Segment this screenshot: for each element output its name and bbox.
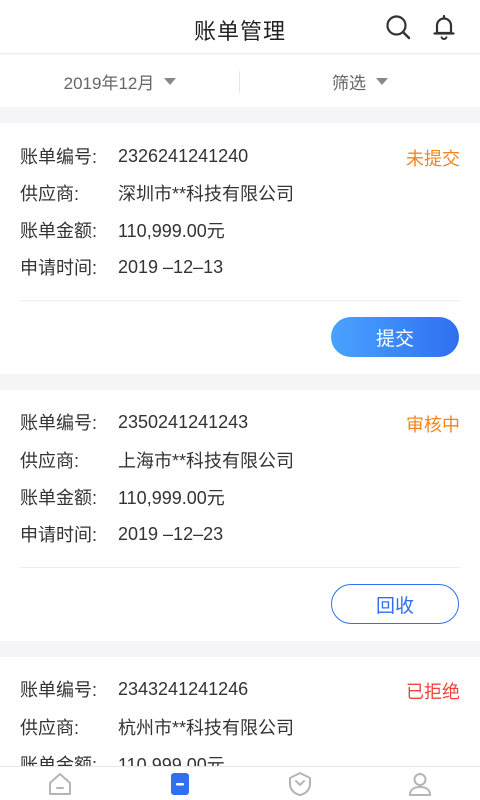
supplier-value: 深圳市**科技有限公司: [118, 184, 295, 204]
user-icon[interactable]: [407, 771, 433, 797]
amount-row: 账单金额: 110,999.00元: [20, 215, 225, 245]
bill-card[interactable]: 账单编号: 2343241241246 已拒绝 供应商: 杭州市**科技有限公司…: [0, 657, 480, 777]
withdraw-button[interactable]: 回收: [331, 584, 459, 624]
supplier-value: 上海市**科技有限公司: [118, 451, 295, 471]
amount-label: 账单金额:: [20, 488, 98, 508]
bill-no-row: 账单编号: 2350241241243: [20, 407, 248, 437]
shield-icon[interactable]: [287, 771, 313, 797]
bell-icon[interactable]: [430, 13, 458, 41]
bottom-tab-bar: [0, 766, 480, 800]
bill-card[interactable]: 账单编号: 2350241241243 审核中 供应商: 上海市**科技有限公司…: [0, 390, 480, 641]
amount-value: 110,999.00元: [118, 488, 225, 508]
bill-no-label: 账单编号:: [20, 413, 98, 433]
status-badge: 已拒绝: [406, 682, 460, 702]
supplier-label: 供应商:: [20, 451, 80, 471]
apply-time-label: 申请时间:: [20, 525, 98, 545]
supplier-value: 杭州市**科技有限公司: [118, 718, 295, 738]
search-icon[interactable]: [384, 13, 412, 41]
filter-dropdown[interactable]: 筛选: [240, 55, 480, 107]
status-badge: 审核中: [406, 415, 460, 435]
supplier-row: 供应商: 上海市**科技有限公司: [20, 445, 294, 475]
supplier-label: 供应商:: [20, 718, 80, 738]
bill-no-row: 账单编号: 2343241241246: [20, 674, 248, 704]
chevron-down-icon: [376, 77, 388, 85]
apply-time-value: 2019 –12–23: [118, 523, 224, 544]
apply-time-value: 2019 –12–13: [118, 256, 224, 277]
card-divider: [20, 300, 460, 301]
date-dropdown-label: 2019年12月: [63, 73, 155, 93]
bill-no-row: 账单编号: 2326241241240: [20, 141, 248, 171]
filter-bar: 2019年12月 筛选: [0, 55, 480, 107]
submit-button[interactable]: 提交: [331, 317, 459, 357]
bill-no-label: 账单编号:: [20, 147, 98, 167]
supplier-row: 供应商: 深圳市**科技有限公司: [20, 178, 294, 208]
bill-card[interactable]: 账单编号: 2326241241240 未提交 供应商: 深圳市**科技有限公司…: [0, 123, 480, 374]
filter-dropdown-label: 筛选: [332, 73, 366, 93]
bill-no-value: 2326241241240: [118, 145, 249, 166]
app-header: 账单管理: [0, 0, 480, 54]
amount-label: 账单金额:: [20, 221, 98, 241]
chevron-down-icon: [164, 77, 177, 85]
bill-no-value: 2350241241243: [118, 411, 249, 432]
supplier-row: 供应商: 杭州市**科技有限公司: [20, 712, 294, 742]
apply-time-row: 申请时间: 2019 –12–13: [20, 252, 223, 282]
bill-no-label: 账单编号:: [20, 680, 98, 700]
apply-time-row: 申请时间: 2019 –12–23: [20, 519, 223, 549]
amount-value: 110,999.00元: [118, 221, 225, 241]
apply-time-label: 申请时间:: [20, 258, 98, 278]
amount-row: 账单金额: 110,999.00元: [20, 482, 225, 512]
supplier-label: 供应商:: [20, 184, 80, 204]
status-badge: 未提交: [406, 149, 460, 169]
card-divider: [20, 567, 460, 568]
bill-no-value: 2343241241246: [118, 678, 249, 699]
home-icon[interactable]: [47, 771, 73, 797]
bill-icon[interactable]: [167, 771, 193, 797]
date-dropdown[interactable]: 2019年12月: [0, 55, 240, 107]
